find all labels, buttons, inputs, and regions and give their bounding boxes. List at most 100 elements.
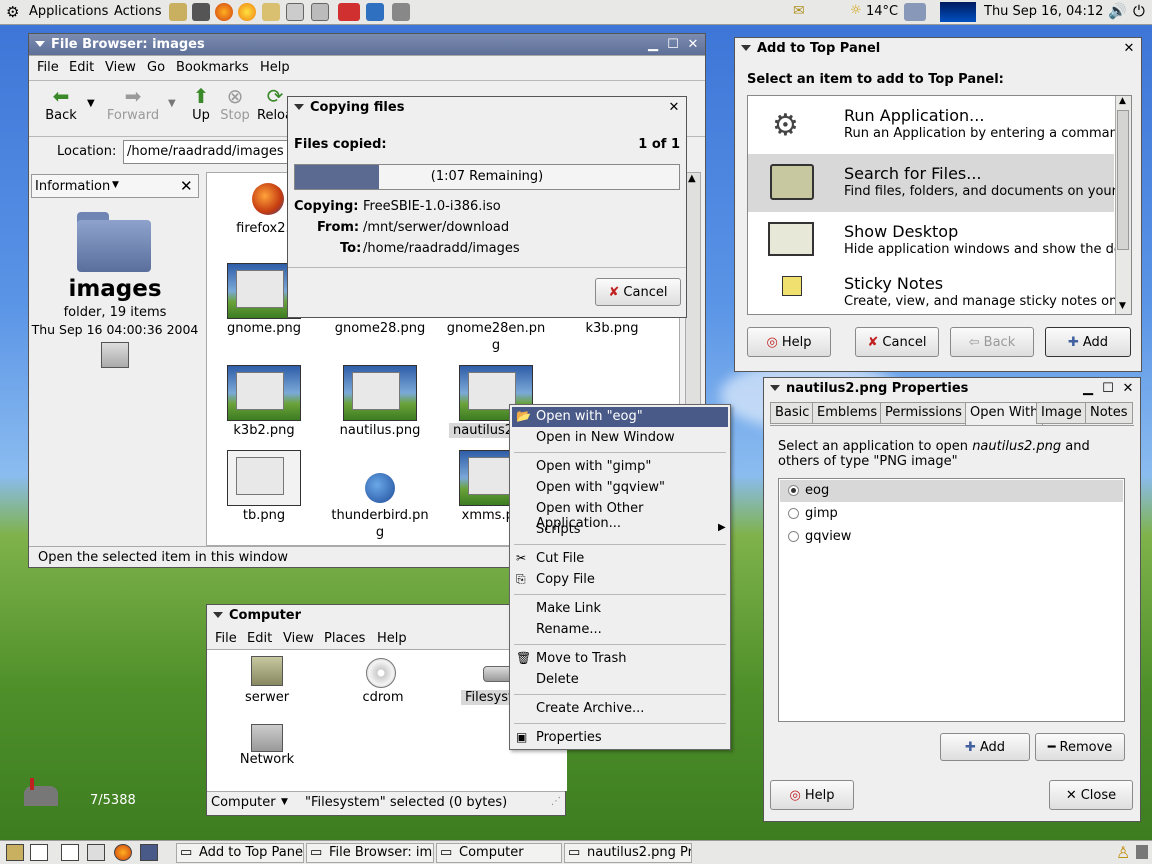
menu-view[interactable]: View: [105, 60, 136, 75]
up-button[interactable]: ⬆ Up: [187, 84, 215, 132]
firefox-launcher-icon[interactable]: [215, 3, 233, 21]
menu-places[interactable]: Places: [324, 631, 365, 646]
tab-open-with[interactable]: Open With: [965, 402, 1044, 426]
help-button[interactable]: ◎ Help: [770, 780, 854, 810]
task-computer[interactable]: ▭ Computer: [436, 843, 562, 863]
firefox-icon[interactable]: [114, 844, 132, 861]
menu-copy-file[interactable]: Copy File: [536, 572, 595, 587]
file-label[interactable]: gnome28.png: [325, 321, 435, 336]
tb-thumbnail[interactable]: [227, 450, 301, 506]
file-label[interactable]: nautilus.png: [325, 423, 435, 438]
menu-make-link[interactable]: Make Link: [536, 601, 601, 616]
menu-go[interactable]: Go: [147, 60, 165, 75]
applet-run-application[interactable]: ⚙ Run Application... Run an Application …: [748, 96, 1118, 152]
window-menu-icon[interactable]: [35, 41, 45, 47]
window-menu-icon[interactable]: [294, 104, 304, 110]
bird-launcher-icon[interactable]: [392, 3, 410, 21]
radio-icon[interactable]: [788, 531, 799, 542]
menu-open-eog[interactable]: Open with "eog": [536, 409, 643, 424]
scroll-down-icon[interactable]: ▼: [1119, 301, 1126, 311]
workspace-1-icon[interactable]: [30, 844, 48, 861]
workspace-2-icon[interactable]: [61, 844, 79, 861]
properties-titlebar[interactable]: nautilus2.png Properties ▁ ☐ ✕: [764, 378, 1140, 400]
minimize-icon[interactable]: ▁: [1080, 381, 1096, 397]
file-label[interactable]: k3b2.png: [209, 423, 319, 438]
terminal-launcher-icon[interactable]: [192, 3, 210, 21]
cdrom-label[interactable]: cdrom: [323, 690, 443, 705]
menu-open-gqview[interactable]: Open with "gqview": [536, 480, 665, 495]
add-app-button[interactable]: ✚ Add: [940, 733, 1030, 761]
close-icon[interactable]: ✕: [1120, 381, 1136, 397]
app-row-gqview[interactable]: gqview: [780, 526, 1123, 548]
file-label[interactable]: tb.png: [209, 508, 319, 523]
radio-icon[interactable]: [788, 508, 799, 519]
close-icon[interactable]: ✕: [666, 100, 682, 116]
task-add-to-top-panel[interactable]: ▭ Add to Top Panel: [176, 843, 304, 863]
menu-file[interactable]: File: [215, 631, 237, 646]
app-row-eog[interactable]: eog: [780, 480, 1123, 502]
power-icon[interactable]: ⏻: [1133, 2, 1145, 20]
file-browser-titlebar[interactable]: File Browser: images ▁ ☐ ✕: [29, 34, 705, 56]
drive-launcher-icon[interactable]: [311, 3, 329, 21]
window-menu-icon[interactable]: [770, 385, 780, 391]
help-button[interactable]: ◎ Help: [747, 327, 831, 357]
add-panel-titlebar[interactable]: Add to Top Panel ✕: [735, 38, 1141, 60]
tab-notes[interactable]: Notes: [1085, 402, 1133, 424]
nautilus-thumbnail[interactable]: [343, 365, 417, 421]
maximize-icon[interactable]: ☐: [665, 37, 681, 53]
envelope-icon[interactable]: ✉: [793, 3, 805, 19]
app-row-gimp[interactable]: gimp: [780, 503, 1123, 525]
notification-person-icon[interactable]: ♙: [1116, 843, 1130, 862]
menu-help[interactable]: Help: [260, 60, 290, 75]
scrollbar[interactable]: ▲ ▼: [1115, 96, 1131, 314]
scroll-up-icon[interactable]: ▲: [688, 173, 696, 184]
person-launcher-icon[interactable]: [262, 3, 280, 21]
actions-menu[interactable]: Actions: [114, 4, 162, 19]
back-button[interactable]: ⇦ Back: [950, 327, 1034, 357]
foot-icon[interactable]: ⚙: [6, 3, 19, 21]
cdrom-icon[interactable]: [366, 658, 396, 688]
menu-scripts[interactable]: Scripts: [536, 522, 580, 537]
close-sidepane-icon[interactable]: ✕: [180, 177, 193, 195]
volume-icon[interactable]: 🔊: [1108, 2, 1127, 20]
menu-cut-file[interactable]: Cut File: [536, 551, 584, 566]
menu-create-archive[interactable]: Create Archive...: [536, 701, 644, 716]
menu-delete[interactable]: Delete: [536, 672, 579, 687]
workspace-3-icon[interactable]: [87, 844, 105, 861]
tb-launcher-icon[interactable]: [338, 3, 360, 21]
stop-button[interactable]: ⊗ Stop: [219, 84, 251, 132]
mailbox-icon[interactable]: [24, 778, 62, 810]
clock[interactable]: Thu Sep 16, 04:12: [984, 4, 1103, 19]
firefox-file-icon[interactable]: [252, 183, 284, 215]
radio-selected-icon[interactable]: [788, 485, 799, 496]
thunderbird-file-icon[interactable]: [365, 473, 395, 503]
applet-show-desktop[interactable]: Show Desktop Hide application windows an…: [748, 214, 1122, 264]
copy-dialog-titlebar[interactable]: Copying files ✕: [288, 97, 686, 119]
resize-grip-icon[interactable]: ⋰: [551, 796, 561, 807]
back-history-icon[interactable]: ▼: [87, 98, 95, 109]
screen-launcher-icon[interactable]: [286, 3, 304, 21]
file-label[interactable]: gnome.png: [209, 321, 319, 336]
menu-rename[interactable]: Rename...: [536, 622, 602, 637]
scroll-up-icon[interactable]: ▲: [1119, 96, 1126, 106]
menu-open-new-window[interactable]: Open in New Window: [536, 430, 675, 445]
close-icon[interactable]: ✕: [685, 37, 701, 53]
maximize-icon[interactable]: ☐: [1100, 381, 1116, 397]
tab-permissions[interactable]: Permissions: [880, 402, 967, 424]
task-properties[interactable]: ▭ nautilus2.png Pr: [564, 843, 692, 863]
window-menu-icon[interactable]: [741, 45, 751, 51]
file-label[interactable]: g: [325, 525, 435, 540]
sidepane-selector[interactable]: Information ▼ ✕: [31, 174, 199, 198]
applications-menu[interactable]: Applications: [29, 4, 108, 19]
notes-icon[interactable]: [6, 844, 24, 861]
close-icon[interactable]: ✕: [1121, 41, 1137, 57]
menu-edit[interactable]: Edit: [247, 631, 272, 646]
trash-applet-icon[interactable]: [1136, 845, 1148, 859]
network-share-icon[interactable]: [251, 656, 283, 686]
close-button[interactable]: ✕ Close: [1049, 780, 1133, 810]
applet-search-files[interactable]: Search for Files... Find files, folders,…: [748, 154, 1117, 212]
dropdown-icon[interactable]: ▼: [281, 797, 288, 807]
menu-help[interactable]: Help: [377, 631, 407, 646]
menu-file[interactable]: File: [37, 60, 59, 75]
tab-image[interactable]: Image: [1036, 402, 1087, 424]
